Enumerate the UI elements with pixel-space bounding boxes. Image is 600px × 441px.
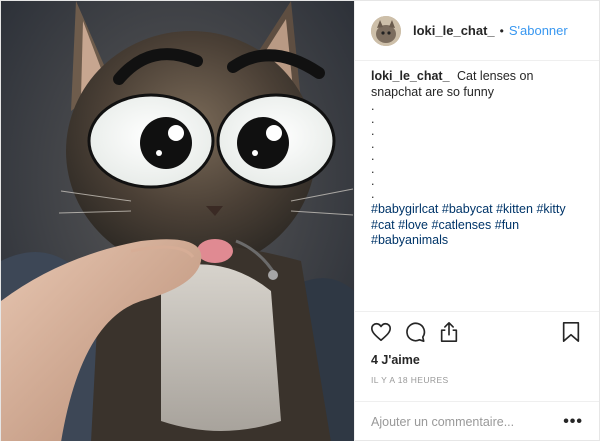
caption: loki_le_chat_ Cat lenses on snapchat are… <box>355 61 599 311</box>
likes-count[interactable]: 4 J'aime <box>355 351 599 369</box>
caption-dot: . <box>371 174 375 188</box>
hashtag-link[interactable]: #kitten <box>496 202 533 216</box>
instagram-post: loki_le_chat_ • S'abonner loki_le_chat_ … <box>0 0 600 441</box>
like-button[interactable] <box>369 320 393 344</box>
more-options-button[interactable]: ••• <box>563 413 583 431</box>
caption-dot: . <box>371 124 375 138</box>
heart-icon <box>371 322 391 341</box>
action-bar <box>355 311 599 351</box>
caption-text-block: loki_le_chat_ Cat lenses on snapchat are… <box>371 69 583 100</box>
hashtag-link[interactable]: #babycat <box>442 202 493 216</box>
post-timestamp[interactable]: IL Y A 18 HEURES <box>355 369 599 391</box>
comment-bar: ••• <box>355 401 599 441</box>
caption-dot: . <box>371 99 375 113</box>
hashtag-link[interactable]: #babyanimals <box>371 233 448 247</box>
comment-button[interactable] <box>403 320 427 344</box>
header-username[interactable]: loki_le_chat_ <box>413 23 495 38</box>
avatar[interactable] <box>371 15 401 46</box>
hashtag-link[interactable]: #catlenses <box>432 218 492 232</box>
comment-icon <box>406 321 426 342</box>
follow-button[interactable]: S'abonner <box>509 23 568 38</box>
caption-dot: . <box>371 136 375 151</box>
post-sidebar: loki_le_chat_ • S'abonner loki_le_chat_ … <box>354 1 599 441</box>
share-button[interactable] <box>437 320 461 344</box>
hashtag-list: #babygirlcat #babycat #kitten #kitty #ca… <box>371 202 583 249</box>
hashtag-link[interactable]: #love <box>398 218 428 232</box>
hashtag-link[interactable]: #babygirlcat <box>371 202 438 216</box>
comment-input[interactable] <box>371 415 564 429</box>
caption-dot: . <box>371 111 375 126</box>
save-button[interactable] <box>559 320 583 344</box>
post-photo[interactable] <box>1 1 354 441</box>
hashtag-link[interactable]: #cat <box>371 218 395 232</box>
cat-photo-illustration <box>1 1 354 441</box>
hashtag-link[interactable]: #kitty <box>536 202 565 216</box>
header-separator: • <box>499 23 504 38</box>
hashtag-link[interactable]: #fun <box>495 218 519 232</box>
caption-dot: . <box>371 161 375 176</box>
post-header: loki_le_chat_ • S'abonner <box>355 1 599 61</box>
share-icon <box>440 321 458 342</box>
caption-dot: . <box>371 186 375 201</box>
caption-dots: . . . . . . . . <box>371 100 583 200</box>
bookmark-icon <box>562 321 580 342</box>
caption-dot: . <box>371 149 375 163</box>
avatar-image <box>371 15 401 46</box>
caption-username[interactable]: loki_le_chat_ <box>371 69 450 83</box>
